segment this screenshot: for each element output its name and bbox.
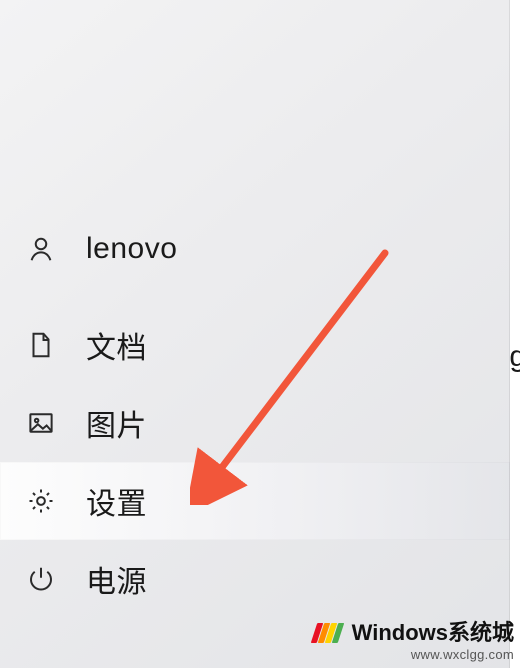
picture-icon (24, 406, 58, 440)
settings-label: 设置 (86, 479, 147, 523)
watermark: Windows系统城 www.wxclgg.com (314, 621, 514, 662)
cropped-char-2: g (509, 340, 520, 374)
start-menu-panel: lenovo 文档 (0, 0, 520, 668)
watermark-url: www.wxclgg.com (314, 648, 514, 662)
power-item[interactable]: 电源 (0, 540, 510, 618)
right-divider-strip (510, 0, 520, 668)
user-icon (24, 232, 58, 266)
gear-icon (24, 484, 58, 518)
start-menu-items: lenovo 文档 (0, 210, 510, 618)
user-account-item[interactable]: lenovo (0, 210, 510, 288)
power-icon (24, 562, 58, 596)
user-account-label: lenovo (86, 232, 177, 266)
start-menu-left-rail: lenovo 文档 (0, 0, 510, 668)
pictures-item[interactable]: 图片 (0, 384, 510, 462)
watermark-title: Windows系统城 (352, 620, 514, 645)
documents-item[interactable]: 文档 (0, 306, 510, 384)
documents-label: 文档 (86, 323, 147, 367)
watermark-logo (314, 623, 342, 648)
power-label: 电源 (86, 557, 147, 601)
pictures-label: 图片 (86, 401, 147, 445)
document-icon (24, 328, 58, 362)
settings-item[interactable]: 设置 (0, 462, 510, 540)
